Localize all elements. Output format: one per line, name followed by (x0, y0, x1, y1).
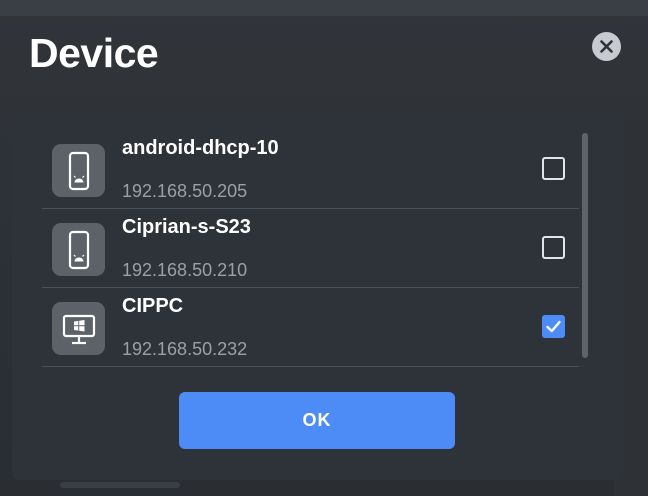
close-button[interactable] (592, 32, 621, 61)
dialog-title: Device (29, 30, 159, 76)
device-ip: 192.168.50.205 (122, 181, 248, 201)
background-footer-bar (60, 482, 180, 488)
close-icon (600, 40, 613, 53)
background-header-strip (0, 0, 648, 16)
checkmark-icon (546, 320, 561, 333)
device-icon-tile (52, 302, 105, 355)
device-icon-tile (52, 144, 105, 197)
device-name: android-dhcp-10 (122, 137, 279, 159)
phone-icon (68, 230, 89, 269)
list-scrollbar[interactable] (582, 133, 588, 358)
device-checkbox[interactable] (542, 236, 565, 259)
device-ip: 192.168.50.232 (122, 339, 248, 359)
device-list: android-dhcp-10 192.168.50.205 Ciprian-s… (42, 130, 579, 367)
ok-button[interactable]: OK (179, 392, 455, 449)
device-row-android-dhcp-10[interactable]: android-dhcp-10 192.168.50.205 (42, 130, 579, 209)
device-icon-tile (52, 223, 105, 276)
device-name: CIPPC (122, 295, 184, 317)
device-checkbox[interactable] (542, 157, 565, 180)
device-ip: 192.168.50.210 (122, 260, 248, 280)
device-checkbox[interactable] (542, 315, 565, 338)
device-row-cippc[interactable]: CIPPC 192.168.50.232 (42, 288, 579, 367)
device-name: Ciprian-s-S23 (122, 216, 251, 238)
device-row-ciprian-s-s23[interactable]: Ciprian-s-S23 192.168.50.210 (42, 209, 579, 288)
phone-icon (68, 151, 89, 190)
windows-pc-icon (62, 314, 95, 344)
